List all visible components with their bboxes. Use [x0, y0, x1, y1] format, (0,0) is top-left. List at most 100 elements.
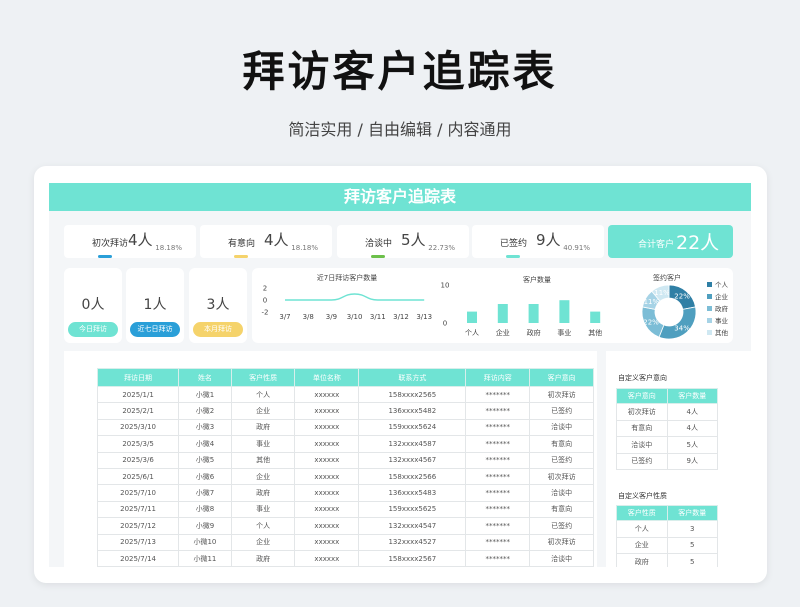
nature-row[interactable]: 企业 5 [616, 536, 718, 554]
table-row[interactable]: 2025/2/1 小微2 企业 xxxxxx 136xxxx5482 ******* 已签约 [96, 402, 594, 420]
table-cell[interactable]: xxxxxx [294, 549, 360, 567]
table-cell[interactable]: 158xxxx2566 [358, 467, 467, 486]
table-row[interactable]: 2025/7/14 小微11 政府 xxxxxx 158xxxx2567 ******* 洽… [96, 549, 594, 567]
table-cell[interactable]: 企业 [230, 402, 296, 420]
table-cell[interactable]: 132xxxx4567 [358, 451, 467, 469]
table-cell[interactable]: ******* [465, 484, 531, 502]
table-cell[interactable]: 洽谈中 [529, 418, 594, 437]
table-cell[interactable]: 政府 [230, 549, 296, 567]
table-cell[interactable]: 有意向 [529, 435, 594, 453]
table-cell[interactable]: 事业 [230, 435, 296, 453]
table-cell[interactable]: 132xxxx4527 [358, 533, 467, 551]
table-cell[interactable]: 132xxxx4587 [358, 435, 467, 453]
kpi-first-visit[interactable]: 初次拜访 4人 18.18% [64, 225, 196, 258]
table-cell[interactable]: 158xxxx2567 [358, 549, 467, 567]
kpi-negotiating[interactable]: 洽谈中 5人 22.73% [337, 225, 469, 258]
table-cell[interactable]: xxxxxx [294, 484, 360, 502]
nature-row[interactable]: 政府 5 [616, 553, 718, 567]
table-cell[interactable]: ******* [465, 385, 531, 404]
table-cell[interactable]: 政府 [616, 553, 668, 567]
table-cell[interactable]: 9人 [666, 452, 718, 470]
table-cell[interactable]: 企业 [230, 533, 296, 551]
table-row[interactable]: 2025/7/11 小微8 事业 xxxxxx 159xxxx5625 ******* 有意… [96, 500, 594, 519]
table-cell[interactable]: 2025/7/13 [96, 533, 180, 551]
table-cell[interactable]: 已签约 [529, 402, 594, 420]
table-row[interactable]: 2025/3/10 小微3 政府 xxxxxx 159xxxx5624 ******* 洽谈… [96, 418, 594, 437]
table-cell[interactable]: 洽谈中 [529, 549, 594, 567]
table-cell[interactable]: 有意向 [616, 419, 668, 437]
table-cell[interactable]: 个人 [230, 385, 296, 404]
table-cell[interactable]: 2025/3/6 [96, 451, 180, 469]
table-cell[interactable]: 5 [666, 536, 718, 554]
table-cell[interactable]: xxxxxx [294, 435, 360, 453]
month-visits-button[interactable]: 本月拜访 [193, 322, 243, 337]
table-cell[interactable]: xxxxxx [294, 418, 360, 437]
table-cell[interactable]: 136xxxx5483 [358, 484, 467, 502]
table-cell[interactable]: xxxxxx [294, 517, 360, 535]
table-cell[interactable]: xxxxxx [294, 500, 360, 519]
table-cell[interactable]: 其他 [230, 451, 296, 469]
table-cell[interactable]: 2025/3/10 [96, 418, 180, 437]
table-cell[interactable]: 2025/7/10 [96, 484, 180, 502]
table-cell[interactable]: 已签约 [529, 451, 594, 469]
table-cell[interactable]: 4人 [666, 403, 718, 421]
table-cell[interactable]: ******* [465, 549, 531, 567]
table-cell[interactable]: 136xxxx5482 [358, 402, 467, 420]
table-cell[interactable]: ******* [465, 435, 531, 453]
table-cell[interactable]: 小微4 [178, 435, 232, 453]
table-cell[interactable]: 初次拜访 [529, 533, 594, 551]
table-cell[interactable]: 3 [666, 520, 718, 538]
table-cell[interactable]: xxxxxx [294, 467, 360, 486]
table-cell[interactable]: xxxxxx [294, 385, 360, 404]
table-cell[interactable]: 政府 [230, 484, 296, 502]
nature-row[interactable]: 个人 3 [616, 520, 718, 538]
table-row[interactable]: 2025/3/5 小微4 事业 xxxxxx 132xxxx4587 ******* 有意向 [96, 435, 594, 453]
table-cell[interactable]: 洽谈中 [529, 484, 594, 502]
week-visits-button[interactable]: 近七日拜访 [130, 322, 180, 337]
table-cell[interactable]: 小微10 [178, 533, 232, 551]
table-cell[interactable]: 企业 [616, 536, 668, 554]
table-cell[interactable]: 159xxxx5624 [358, 418, 467, 437]
table-cell[interactable]: 小微1 [178, 385, 232, 404]
table-cell[interactable]: 2025/7/14 [96, 549, 180, 567]
table-cell[interactable]: 5人 [666, 436, 718, 454]
table-cell[interactable]: 小微11 [178, 549, 232, 567]
table-cell[interactable]: 个人 [230, 517, 296, 535]
table-cell[interactable]: 小微9 [178, 517, 232, 535]
table-cell[interactable]: ******* [465, 517, 531, 535]
table-cell[interactable]: 已签约 [616, 452, 668, 470]
table-cell[interactable]: 已签约 [529, 517, 594, 535]
table-row[interactable]: 2025/7/13 小微10 企业 xxxxxx 132xxxx4527 ******* 初… [96, 533, 594, 551]
table-cell[interactable]: 个人 [616, 520, 668, 538]
table-cell[interactable]: 小微7 [178, 484, 232, 502]
table-cell[interactable]: 初次拜访 [529, 467, 594, 486]
table-cell[interactable]: 洽谈中 [616, 436, 668, 454]
intent-row[interactable]: 有意向 4人 [616, 419, 718, 437]
table-cell[interactable]: xxxxxx [294, 451, 360, 469]
table-cell[interactable]: ******* [465, 467, 531, 486]
kpi-interested[interactable]: 有意向 4人 18.18% [200, 225, 332, 258]
today-visits-button[interactable]: 今日拜访 [68, 322, 118, 337]
table-cell[interactable]: ******* [465, 500, 531, 519]
table-row[interactable]: 2025/3/6 小微5 其他 xxxxxx 132xxxx4567 ******* 已签约 [96, 451, 594, 469]
table-cell[interactable]: 2025/3/5 [96, 435, 180, 453]
table-row[interactable]: 2025/7/12 小微9 个人 xxxxxx 132xxxx4547 ******* 已签… [96, 517, 594, 535]
table-cell[interactable]: 政府 [230, 418, 296, 437]
table-cell[interactable]: 初次拜访 [616, 403, 668, 421]
table-cell[interactable]: 2025/6/1 [96, 467, 180, 486]
table-cell[interactable]: 小微8 [178, 500, 232, 519]
table-cell[interactable]: 2025/1/1 [96, 385, 180, 404]
intent-row[interactable]: 已签约 9人 [616, 452, 718, 470]
table-row[interactable]: 2025/6/1 小微6 企业 xxxxxx 158xxxx2566 ******* 初次拜… [96, 467, 594, 486]
kpi-signed[interactable]: 已签约 9人 40.91% [472, 225, 604, 258]
table-cell[interactable]: 有意向 [529, 500, 594, 519]
table-cell[interactable]: 初次拜访 [529, 385, 594, 404]
table-cell[interactable]: xxxxxx [294, 533, 360, 551]
table-cell[interactable]: 2025/2/1 [96, 402, 180, 420]
table-cell[interactable]: 小微6 [178, 467, 232, 486]
table-cell[interactable]: 5 [666, 553, 718, 567]
table-cell[interactable]: xxxxxx [294, 402, 360, 420]
table-cell[interactable]: ******* [465, 418, 531, 437]
table-cell[interactable]: 4人 [666, 419, 718, 437]
table-cell[interactable]: 小微3 [178, 418, 232, 437]
